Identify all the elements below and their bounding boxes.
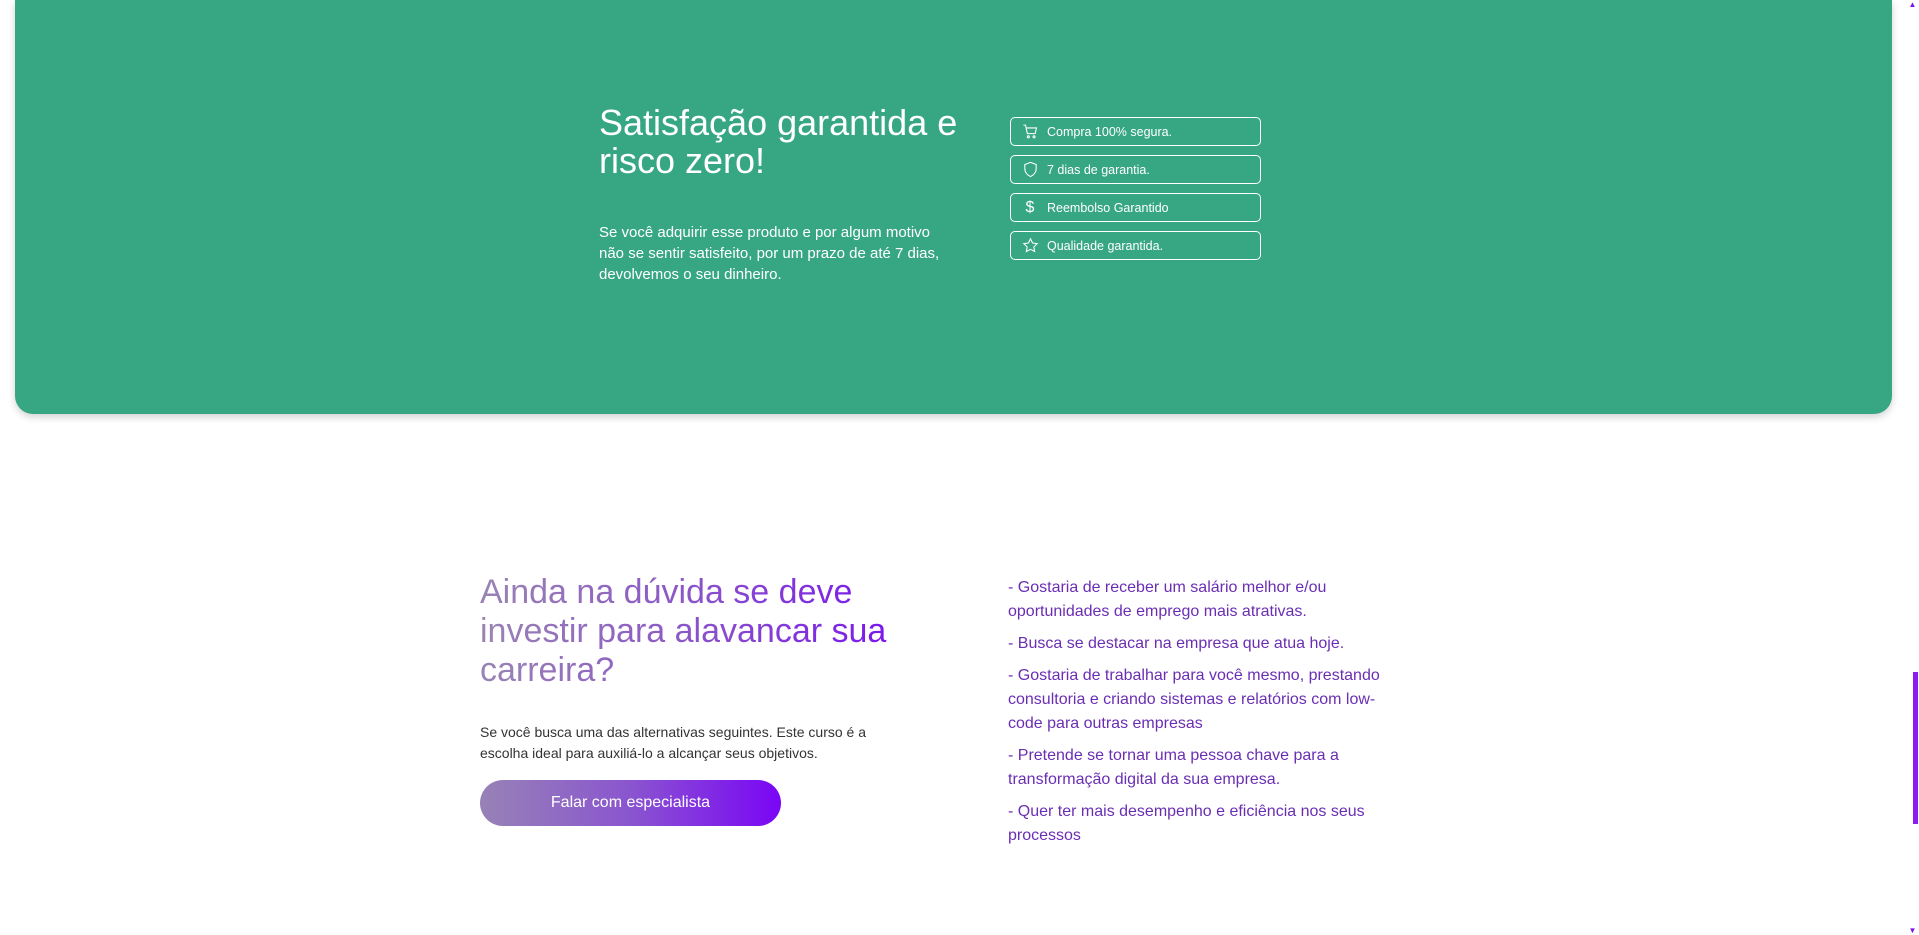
badge-label: 7 dias de garantia. <box>1047 162 1150 177</box>
talk-to-specialist-button[interactable]: Falar com especialista <box>480 780 781 826</box>
badge-label: Reembolso Garantido <box>1047 200 1169 215</box>
benefits-list: - Gostaria de receber um salário melhor … <box>1008 576 1408 856</box>
badge-guarantee-days: 7 dias de garantia. <box>1010 155 1261 184</box>
guarantee-text: Se você adquirir esse produto e por algu… <box>599 224 940 283</box>
page-scrollbar[interactable]: ▲ ▼ <box>1908 0 1919 935</box>
list-item: - Busca se destacar na empresa que atua … <box>1008 635 1345 652</box>
badge-label: Compra 100% segura. <box>1047 124 1173 139</box>
dollar-icon: $ <box>1025 198 1035 216</box>
badge-label: Qualidade garantida. <box>1047 238 1164 253</box>
badge-quality: Qualidade garantida. <box>1010 231 1261 260</box>
shield-icon <box>1021 161 1039 179</box>
guarantee-title: Satisfação garantida e risco zero! <box>599 102 958 181</box>
scroll-down-icon[interactable]: ▼ <box>1908 926 1917 935</box>
cart-icon <box>1021 123 1039 141</box>
badge-secure-purchase: Compra 100% segura. <box>1010 117 1261 146</box>
list-item: - Pretende se tornar uma pessoa chave pa… <box>1008 747 1339 788</box>
list-item: - Quer ter mais desempenho e eficiência … <box>1008 803 1365 844</box>
list-item: - Gostaria de receber um salário melhor … <box>1008 579 1327 620</box>
scrollbar-thumb[interactable] <box>1913 672 1918 824</box>
badge-refund: $ Reembolso Garantido <box>1010 193 1261 222</box>
doubt-title: Ainda na dúvida se deve investir para al… <box>480 573 900 690</box>
star-icon <box>1021 237 1039 255</box>
guarantee-section: Satisfação garantida e risco zero! Se vo… <box>15 0 1892 414</box>
guarantee-badge-list: Compra 100% segura. 7 dias de garantia. … <box>1010 117 1261 269</box>
list-item: - Gostaria de trabalhar para você mesmo,… <box>1008 667 1380 732</box>
scroll-up-icon[interactable]: ▲ <box>1908 0 1917 9</box>
doubt-text: Se você busca uma das alternativas segui… <box>480 724 866 761</box>
